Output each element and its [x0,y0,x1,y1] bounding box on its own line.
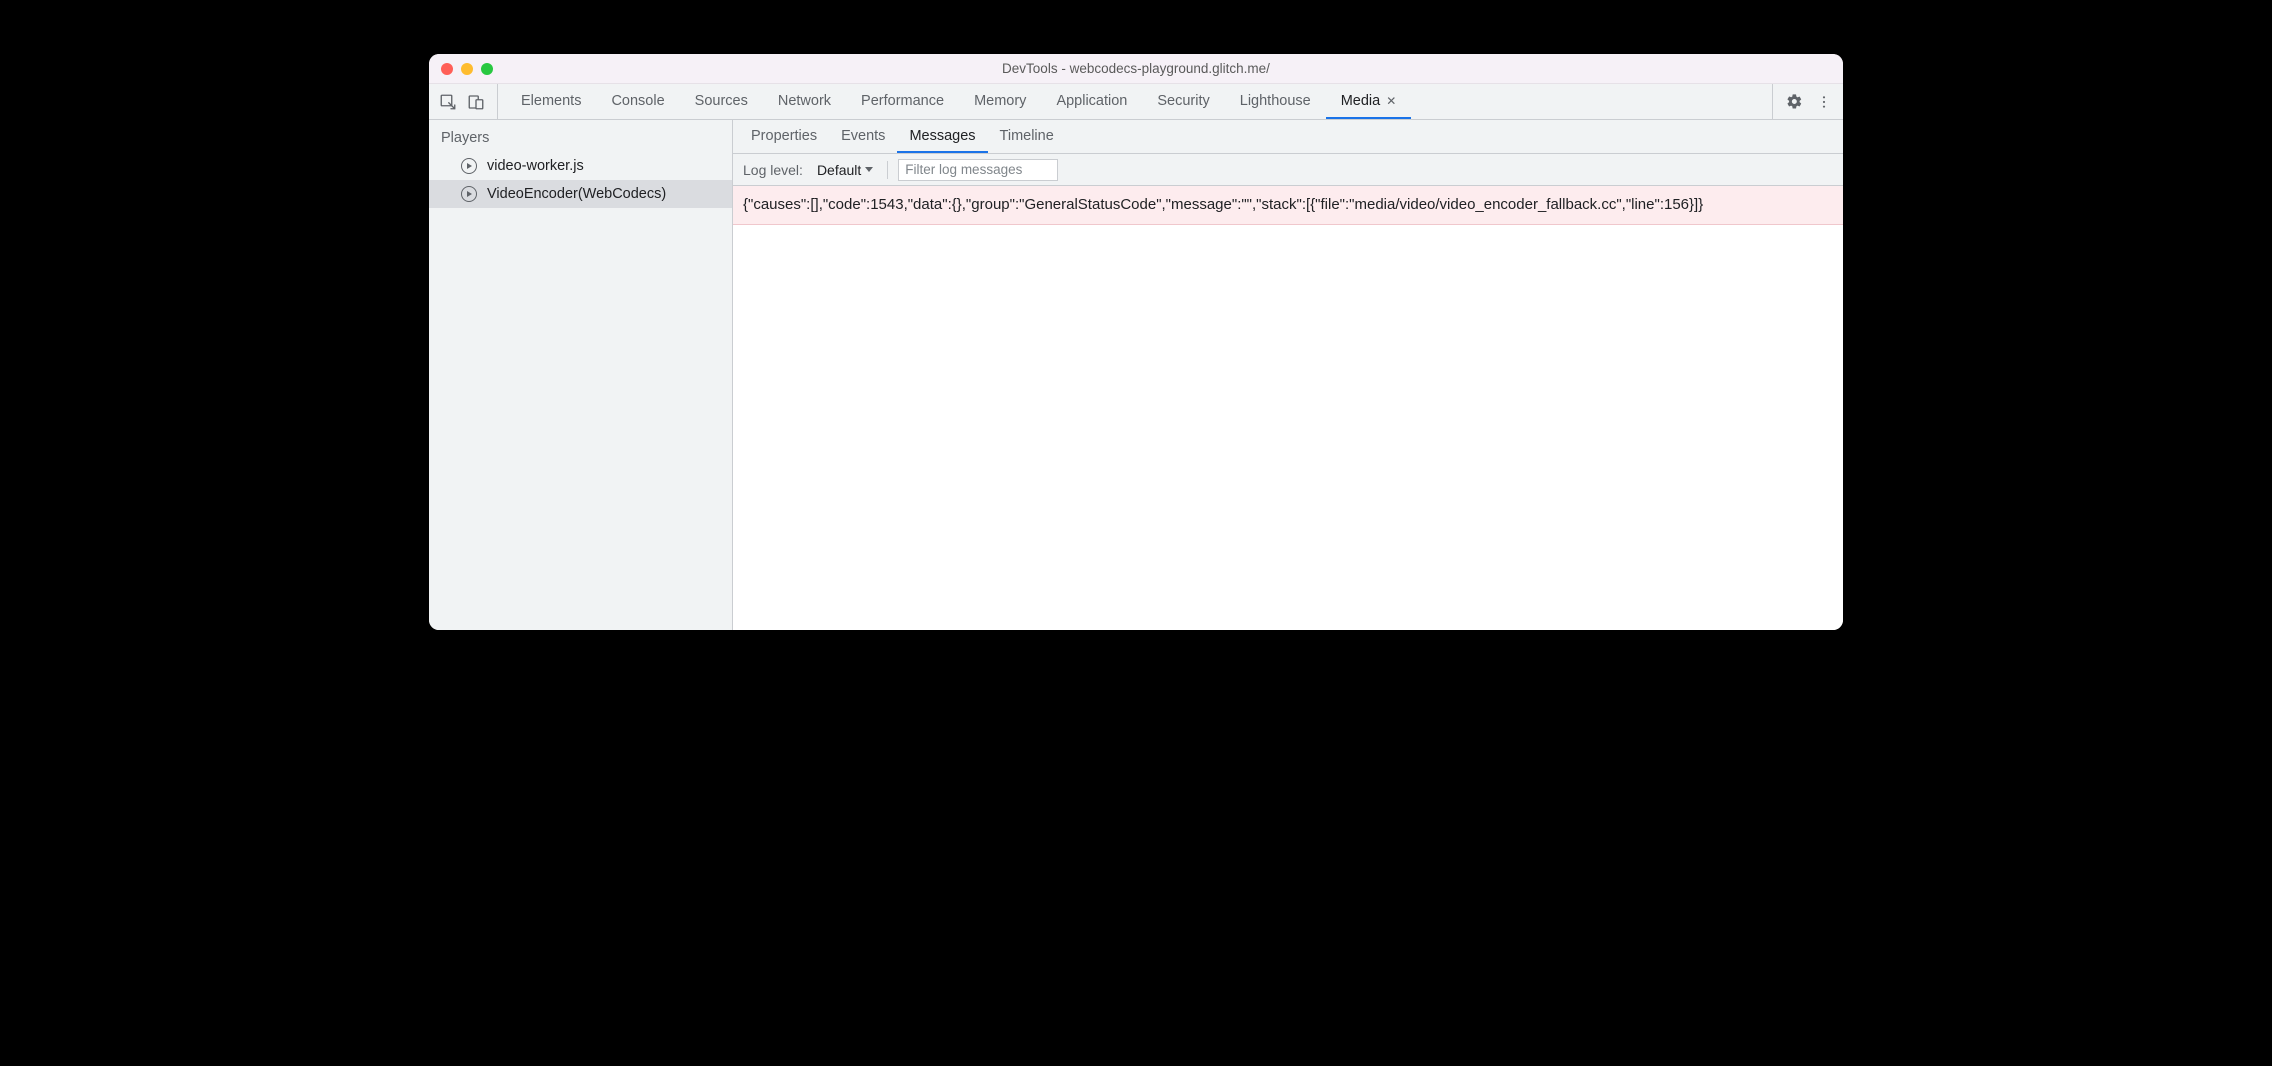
player-label: video-worker.js [487,158,584,174]
players-list: video-worker.js VideoEncoder(WebCodecs) [429,152,732,208]
tab-security[interactable]: Security [1142,84,1224,119]
window-zoom-button[interactable] [481,63,493,75]
filter-input[interactable] [898,159,1058,181]
tab-label: Memory [974,93,1026,109]
window-minimize-button[interactable] [461,63,473,75]
inspect-element-icon[interactable] [437,91,459,113]
tab-label: Network [778,93,831,109]
tab-network[interactable]: Network [763,84,846,119]
player-label: VideoEncoder(WebCodecs) [487,186,666,202]
tab-performance[interactable]: Performance [846,84,959,119]
window-close-button[interactable] [441,63,453,75]
titlebar: DevTools - webcodecs-playground.glitch.m… [429,54,1843,84]
toolbar-divider [887,161,888,179]
tabbar-left-tools [437,84,498,119]
devtools-window: DevTools - webcodecs-playground.glitch.m… [429,54,1843,630]
window-traffic-lights [429,63,493,75]
window-title: DevTools - webcodecs-playground.glitch.m… [429,61,1843,76]
device-toolbar-icon[interactable] [465,91,487,113]
tab-label: Sources [695,93,748,109]
tab-label: Performance [861,93,944,109]
settings-icon[interactable] [1783,91,1805,113]
chevron-down-icon [865,167,873,172]
subtab-messages[interactable]: Messages [897,120,987,153]
players-title: Players [429,120,732,152]
main-tabbar: Elements Console Sources Network Performance… [429,84,1843,120]
media-subtabs: PropertiesEventsMessagesTimeline [733,120,1843,154]
tab-label: Media [1341,93,1381,109]
play-icon [461,158,477,174]
tab-lighthouse[interactable]: Lighthouse [1225,84,1326,119]
player-video-encoder[interactable]: VideoEncoder(WebCodecs) [429,180,732,208]
subtab-properties[interactable]: Properties [739,120,829,153]
tab-sources[interactable]: Sources [680,84,763,119]
tab-label: Elements [521,93,581,109]
tab-memory[interactable]: Memory [959,84,1041,119]
subtab-timeline[interactable]: Timeline [988,120,1066,153]
log-level-value: Default [817,162,861,178]
tab-label: Lighthouse [1240,93,1311,109]
tab-label: Console [611,93,664,109]
players-sidebar: Players video-worker.js VideoEncoder(WebC… [429,120,733,630]
main-tab-list: Elements Console Sources Network Performance… [506,84,1772,119]
tab-application[interactable]: Application [1041,84,1142,119]
more-icon[interactable] [1813,91,1835,113]
tab-label: Security [1157,93,1209,109]
subtab-events[interactable]: Events [829,120,897,153]
messages-toolbar: Log level: Default [733,154,1843,186]
panel-body: Players video-worker.js VideoEncoder(WebC… [429,120,1843,630]
tabbar-right-tools [1772,84,1835,119]
player-video-worker[interactable]: video-worker.js [429,152,732,180]
media-main: PropertiesEventsMessagesTimeline Log lev… [733,120,1843,630]
close-icon[interactable]: ✕ [1386,94,1396,108]
tab-label: Application [1056,93,1127,109]
tab-elements[interactable]: Elements [506,84,596,119]
play-icon [461,186,477,202]
log-message[interactable]: {"causes":[],"code":1543,"data":{},"grou… [733,186,1843,225]
tab-media[interactable]: Media ✕ [1326,84,1412,119]
messages-list: {"causes":[],"code":1543,"data":{},"grou… [733,186,1843,630]
log-level-label: Log level: [743,162,803,178]
log-level-select[interactable]: Default [813,160,877,180]
tab-console[interactable]: Console [596,84,679,119]
